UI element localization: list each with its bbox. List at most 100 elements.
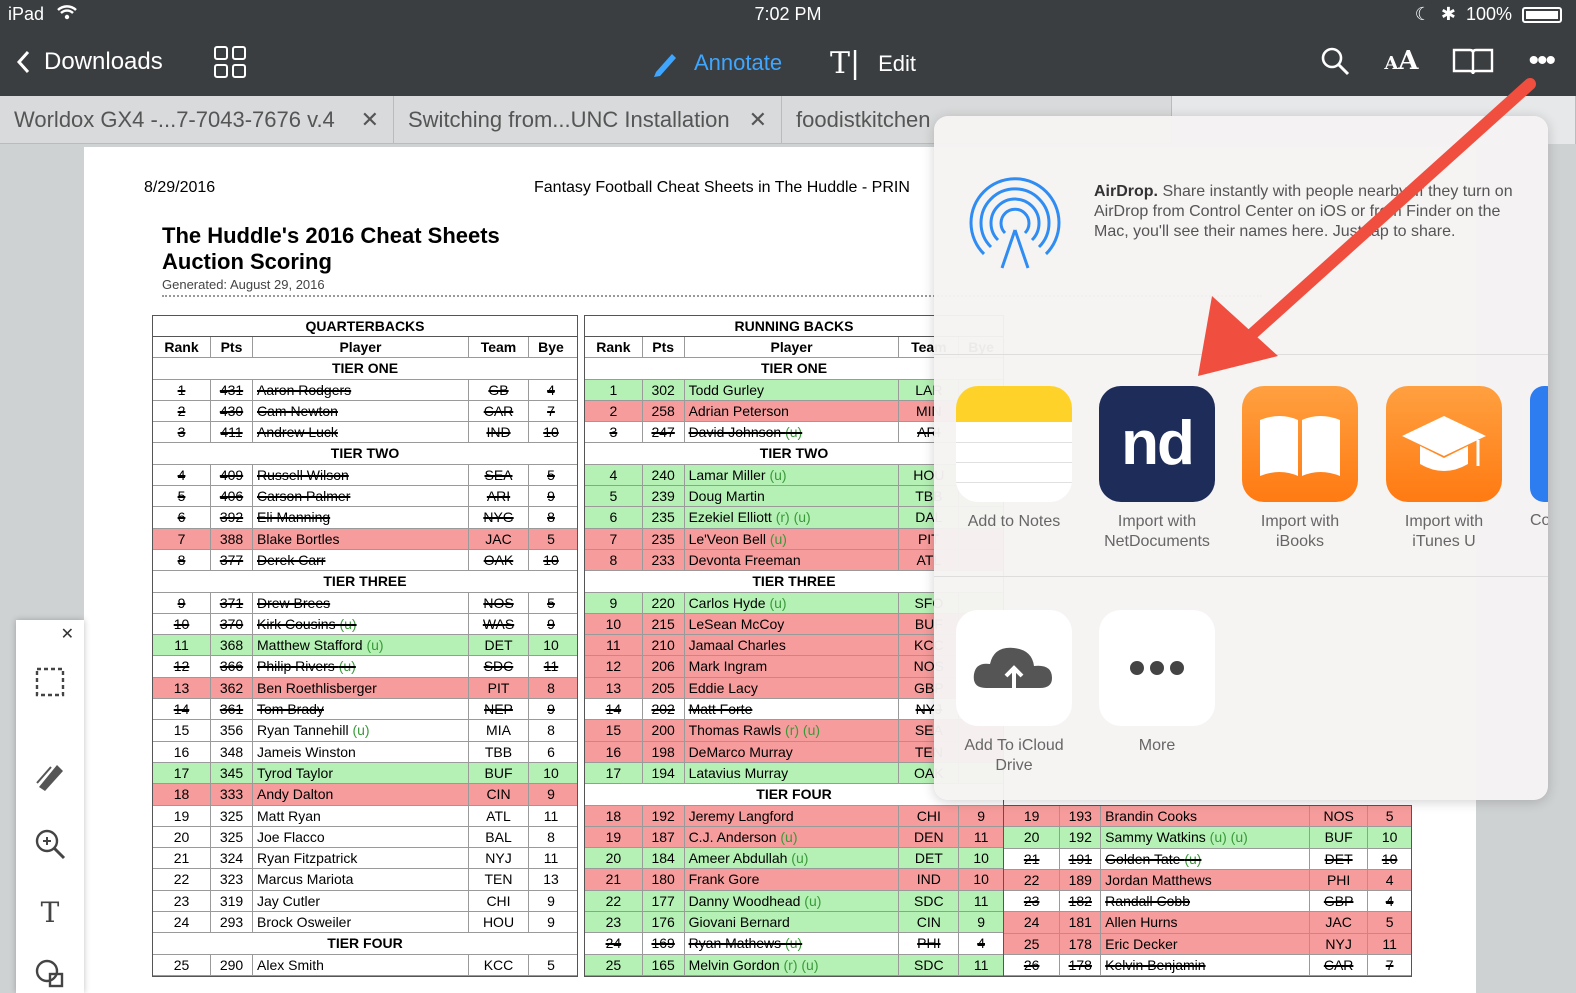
- player-cell: Andy Dalton: [253, 784, 469, 805]
- close-tab-icon[interactable]: ✕: [749, 107, 767, 133]
- close-tab-icon[interactable]: ✕: [361, 107, 379, 133]
- shape-tool-icon[interactable]: [30, 954, 70, 993]
- pen-icon[interactable]: [30, 756, 70, 796]
- points-cell: 345: [211, 762, 253, 784]
- rank-cell: 18: [585, 805, 643, 826]
- team-cell: NOS: [469, 592, 529, 613]
- bye-cell: 10: [543, 764, 559, 781]
- upside-tag: (r) (u): [783, 956, 819, 973]
- zoom-annotate-icon[interactable]: [30, 824, 70, 864]
- upside-tag: (u): [791, 850, 809, 867]
- rank-cell: 9: [153, 592, 211, 613]
- bye-cell: 5: [547, 466, 555, 483]
- rank-cell: 21: [153, 848, 211, 869]
- more-actions-button[interactable]: More: [1099, 610, 1215, 756]
- bye-cell: 11: [543, 807, 559, 824]
- bye-cell: 7: [547, 402, 555, 419]
- rank-cell: 22: [153, 869, 211, 890]
- bye-cell: 11: [973, 892, 989, 909]
- rank-cell: 3: [585, 422, 643, 443]
- bye-cell: 7: [1385, 957, 1394, 974]
- table-row: 19 325 Matt Ryan ATL 11: [153, 805, 577, 827]
- grid-view-icon[interactable]: [214, 46, 246, 78]
- tier-label: TIER TWO: [153, 443, 577, 465]
- upside-tag: (u): [769, 466, 787, 483]
- partial-app-icon[interactable]: [1530, 386, 1548, 502]
- bye-cell: 10: [543, 551, 559, 568]
- notes-icon: [956, 386, 1072, 502]
- player-cell: Allen Hurns: [1101, 912, 1311, 933]
- rank-cell: 19: [585, 826, 643, 848]
- player-cell: Eli Manning: [253, 507, 469, 528]
- tab-switching[interactable]: Switching from...UNC Installation ✕: [394, 96, 782, 144]
- text-size-icon[interactable]: AA: [1384, 46, 1418, 76]
- rank-cell: 3: [153, 422, 211, 443]
- rank-cell: 8: [585, 549, 643, 571]
- player-cell: Jordan Matthews: [1101, 869, 1311, 891]
- text-tool-icon[interactable]: T: [30, 892, 70, 932]
- annotate-button[interactable]: Annotate: [650, 48, 782, 78]
- tier-label: TIER FOUR: [153, 933, 577, 955]
- edit-button[interactable]: T| Edit: [830, 46, 916, 81]
- team-cell: JAC: [469, 528, 529, 549]
- points-cell: 247: [643, 422, 685, 443]
- search-icon[interactable]: [1320, 46, 1350, 76]
- tab-worldox[interactable]: Worldox GX4 -...7-7043-7676 v.4 ✕: [0, 96, 394, 144]
- player-cell: Jamaal Charles: [685, 635, 900, 656]
- action-label: Drive: [995, 757, 1033, 774]
- rank-cell: 25: [153, 954, 211, 975]
- table-row: 23 182 Randall Cobb GBP 4: [1004, 891, 1411, 913]
- bye-cell: 8: [547, 679, 555, 696]
- team-cell: TEN: [469, 869, 529, 890]
- player-cell: Russell Wilson: [253, 464, 469, 486]
- rank-cell: 11: [585, 635, 643, 656]
- add-to-notes-button[interactable]: Add to Notes: [956, 386, 1072, 532]
- points-cell: 206: [643, 656, 685, 677]
- team-cell: TBB: [469, 741, 529, 762]
- points-cell: 180: [643, 869, 685, 890]
- more-icon[interactable]: •••: [1528, 44, 1555, 78]
- quarterbacks-table: QUARTERBACKS Rank Pts Player Team Bye TIER ONE…: [152, 315, 578, 977]
- points-cell: 205: [643, 677, 685, 699]
- rank-cell: 25: [1004, 933, 1061, 955]
- player-cell: Thomas Rawls (r) (u): [685, 720, 900, 741]
- upside-tag: (u): [352, 722, 370, 739]
- points-cell: 431: [211, 379, 253, 400]
- airdrop-title: AirDrop.: [1094, 183, 1158, 200]
- points-cell: 220: [643, 592, 685, 613]
- rank-cell: 18: [153, 784, 211, 805]
- bye-cell: 5: [547, 594, 555, 611]
- book-view-icon[interactable]: [1452, 46, 1494, 76]
- clock: 7:02 PM: [754, 4, 822, 24]
- close-icon[interactable]: ✕: [61, 624, 74, 644]
- table-row: 21 191 Golden Tate (u) DET 10: [1004, 848, 1411, 870]
- import-ibooks-button[interactable]: Import with iBooks: [1242, 386, 1358, 552]
- team-cell: NOS: [1310, 806, 1369, 827]
- rank-cell: 24: [1004, 912, 1061, 933]
- import-netdocuments-button[interactable]: nd Import with NetDocuments: [1099, 386, 1215, 552]
- back-button[interactable]: Downloads: [16, 48, 163, 76]
- add-to-icloud-drive-button[interactable]: Add To iCloud Drive: [956, 610, 1072, 776]
- table-row: 20 184 Ameer Abdullah (u) DET 10: [585, 848, 1003, 870]
- points-cell: 333: [211, 784, 253, 805]
- generated-date: Generated: August 29, 2016: [162, 277, 325, 292]
- points-cell: 181: [1060, 912, 1102, 933]
- points-cell: 233: [643, 549, 685, 571]
- points-cell: 240: [643, 464, 685, 486]
- team-header: Team: [469, 337, 529, 358]
- bye-cell: 9: [547, 615, 555, 632]
- airdrop-icon[interactable]: [962, 170, 1068, 281]
- rank-cell: 19: [1004, 806, 1061, 827]
- team-cell: MIA: [469, 720, 529, 741]
- import-itunes-u-button[interactable]: Import with iTunes U: [1386, 386, 1502, 552]
- table-row: 14 361 Tom Brady NEP 9: [153, 699, 577, 721]
- app-label: NetDocuments: [1104, 533, 1210, 550]
- bye-cell: 4: [547, 381, 555, 398]
- table-row: 21 180 Frank Gore IND 10: [585, 869, 1003, 891]
- team-cell: CIN: [469, 784, 529, 805]
- selection-icon[interactable]: [30, 662, 70, 702]
- upside-tag: (u): [366, 637, 384, 654]
- points-cell: 193: [1060, 806, 1102, 827]
- rank-cell: 22: [1004, 869, 1061, 891]
- heading-line-2: Auction Scoring: [162, 249, 332, 274]
